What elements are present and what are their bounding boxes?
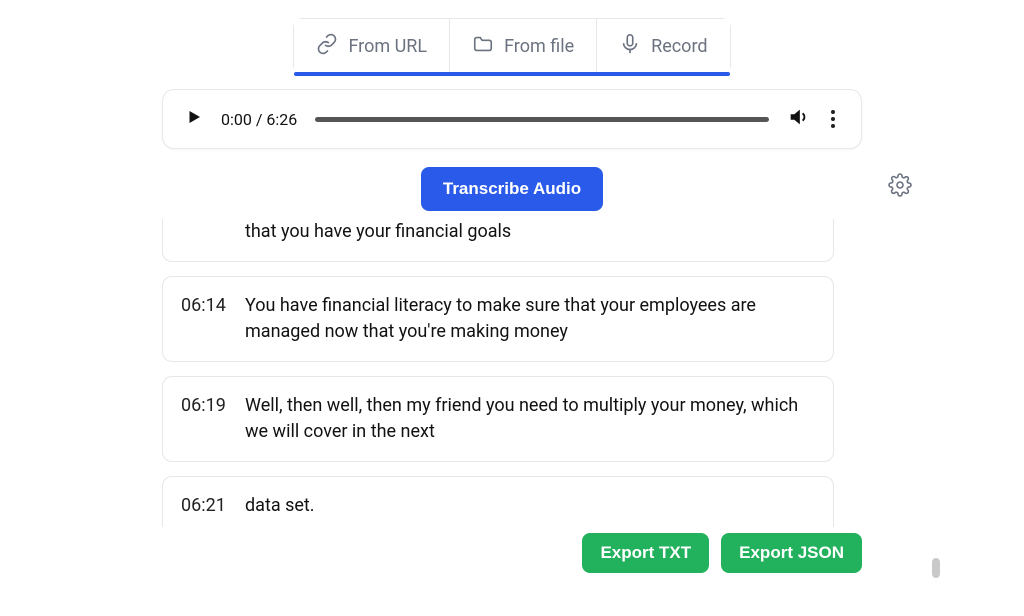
link-icon — [316, 33, 338, 60]
tab-active-indicator — [294, 72, 729, 76]
gear-icon — [888, 182, 912, 201]
settings-button[interactable] — [888, 173, 912, 201]
tab-record[interactable]: Record — [596, 19, 729, 74]
page-scrollbar-thumb[interactable] — [932, 558, 940, 578]
audio-player: 0:00 / 6:26 — [162, 89, 862, 149]
transcript-segment: that you have your financial goals — [162, 219, 834, 262]
tab-from-file[interactable]: From file — [449, 19, 596, 74]
action-row: Transcribe Audio — [162, 167, 862, 211]
microphone-icon — [619, 33, 641, 60]
app-container: From URL From file Record 0:00 / 6:26 — [162, 18, 862, 616]
audio-duration: 6:26 — [266, 110, 297, 129]
export-txt-button[interactable]: Export TXT — [582, 533, 709, 573]
tab-record-label: Record — [651, 36, 707, 57]
tabs-wrapper: From URL From file Record — [162, 18, 862, 75]
segment-text: Well, then well, then my friend you need… — [245, 393, 815, 445]
segment-text: that you have your financial goals — [245, 219, 815, 245]
audio-seek-track[interactable] — [315, 117, 769, 122]
tab-from-url-label: From URL — [348, 36, 427, 57]
segment-timestamp: 06:19 — [181, 393, 229, 445]
play-button[interactable] — [185, 108, 203, 130]
source-tabs: From URL From file Record — [293, 18, 730, 75]
export-json-button[interactable]: Export JSON — [721, 533, 862, 573]
audio-time-display: 0:00 / 6:26 — [221, 110, 297, 129]
segment-timestamp — [181, 219, 229, 245]
segment-text: You have financial literacy to make sure… — [245, 293, 815, 345]
transcript-segment: 06:19 Well, then well, then my friend yo… — [162, 376, 834, 462]
folder-icon — [472, 33, 494, 60]
audio-more-menu[interactable] — [827, 106, 839, 132]
volume-button[interactable] — [787, 106, 809, 132]
transcript-segment: 06:21 data set. — [162, 476, 834, 527]
segment-timestamp: 06:14 — [181, 293, 229, 345]
audio-current-time: 0:00 — [221, 110, 252, 129]
segment-text: data set. — [245, 493, 815, 519]
transcript-segment: 06:14 You have financial literacy to mak… — [162, 276, 834, 362]
transcript-list[interactable]: that you have your financial goals 06:14… — [162, 219, 862, 527]
tab-from-file-label: From file — [504, 36, 574, 57]
export-row: Export TXT Export JSON — [162, 533, 862, 573]
transcribe-button[interactable]: Transcribe Audio — [421, 167, 603, 211]
tab-from-url[interactable]: From URL — [294, 19, 449, 74]
segment-timestamp: 06:21 — [181, 493, 229, 519]
